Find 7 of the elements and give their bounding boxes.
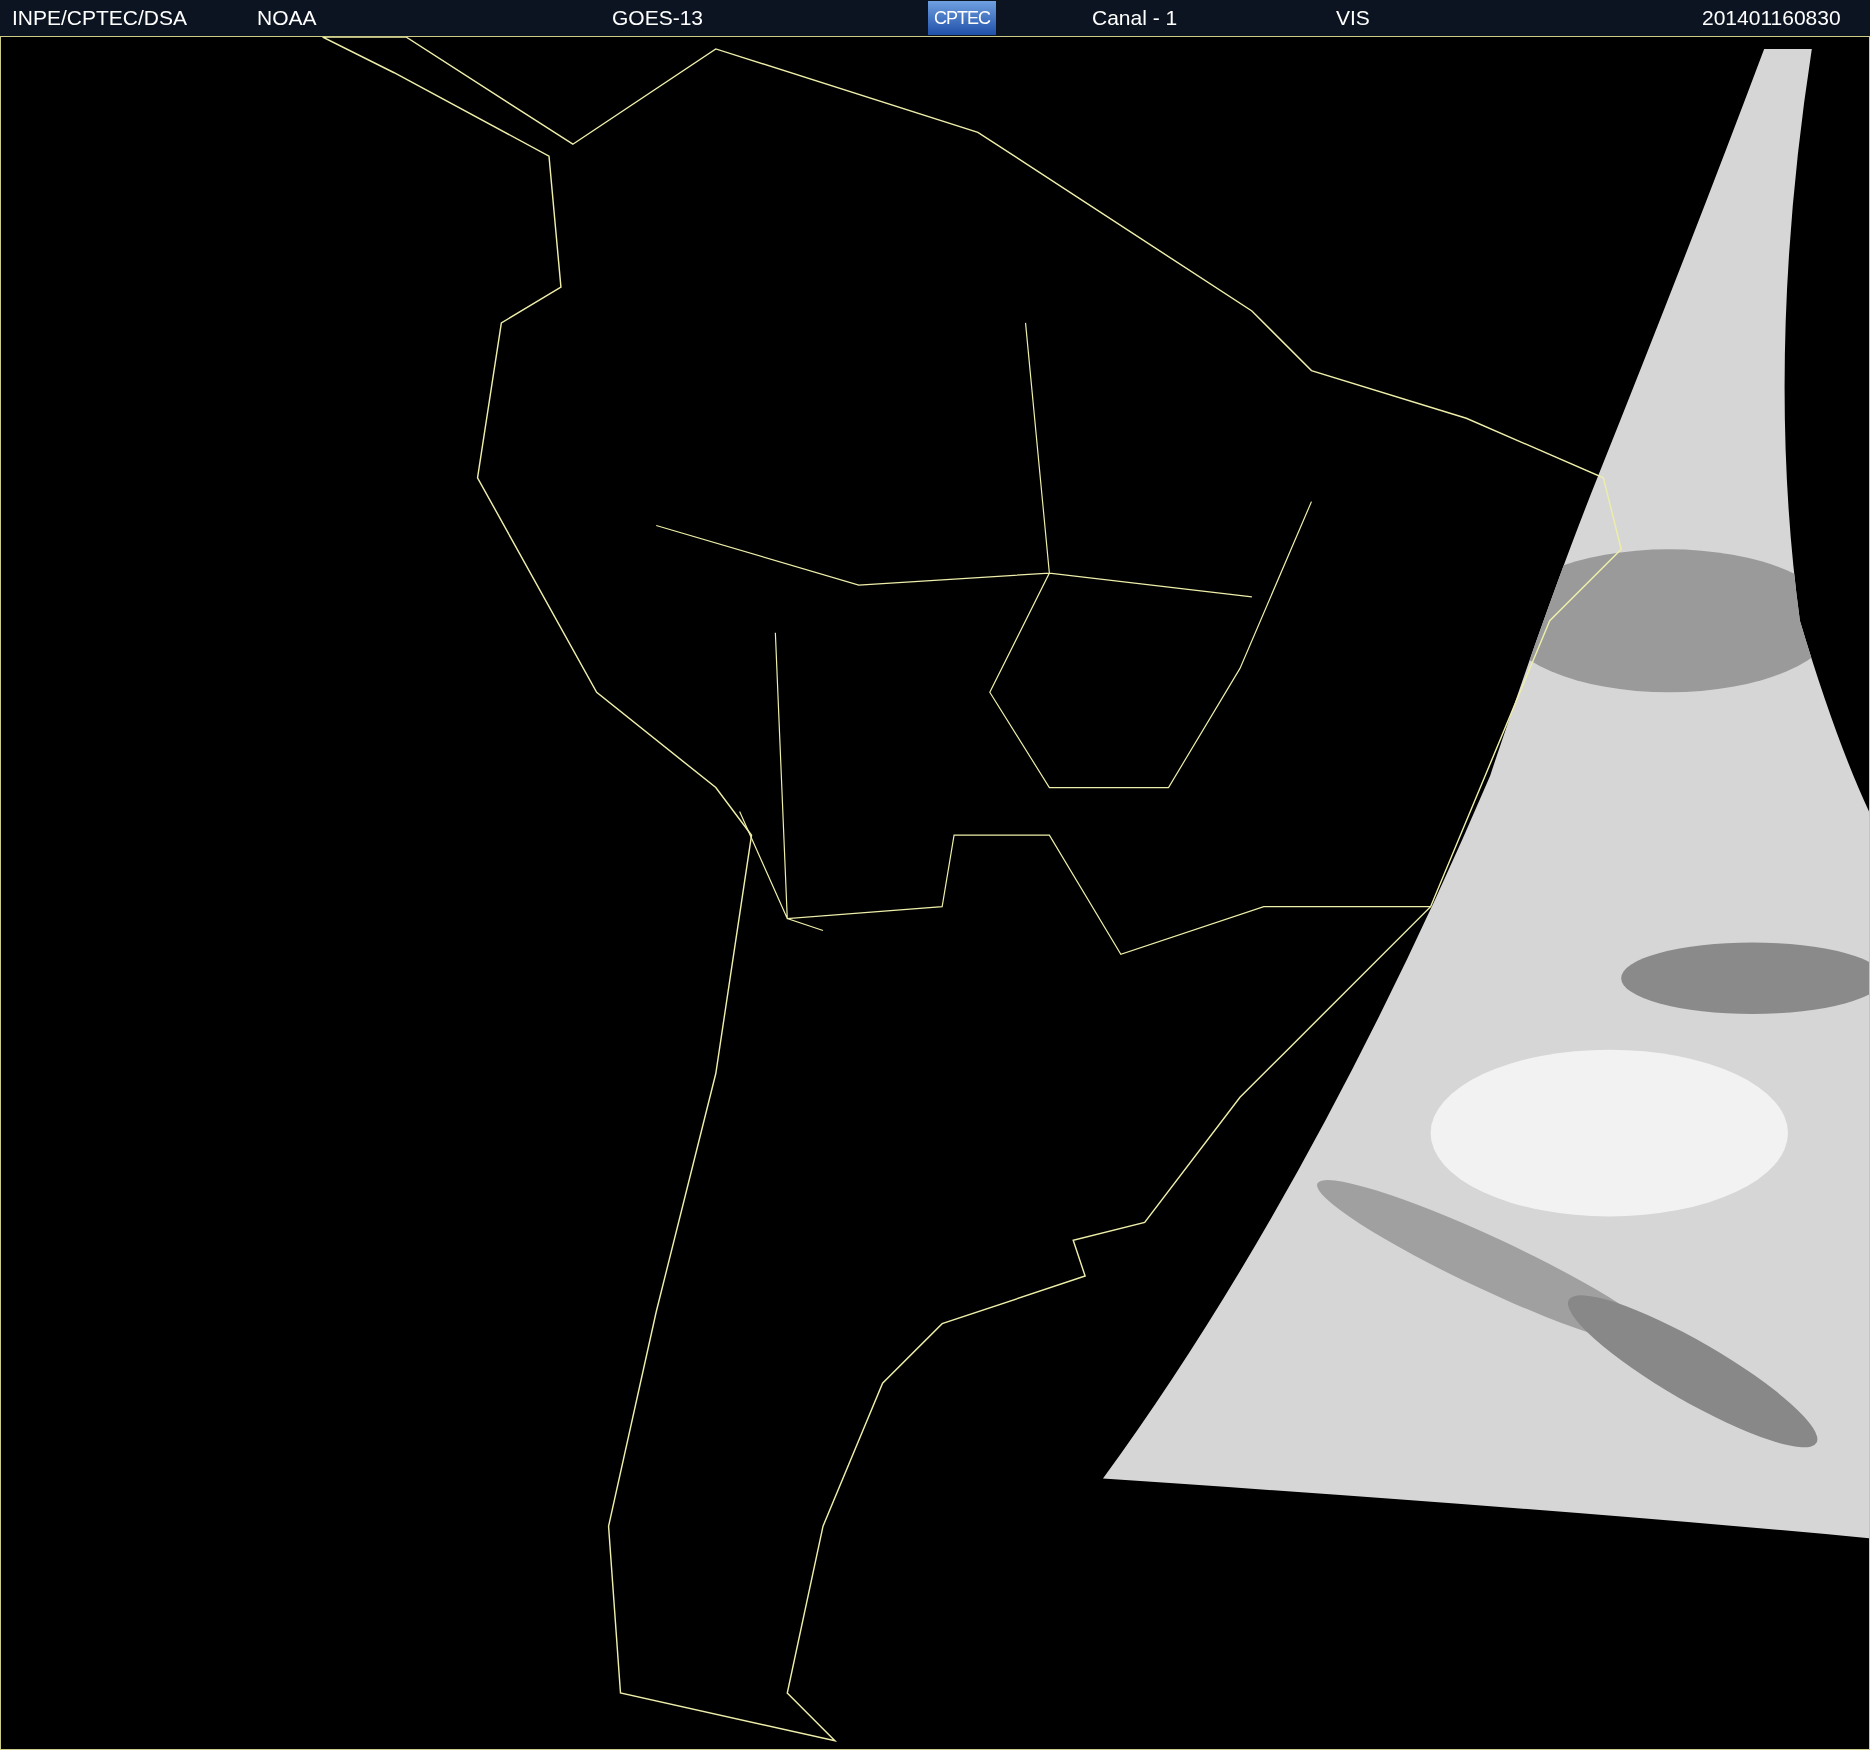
header-label: INPE/CPTEC/DSA <box>12 6 189 30</box>
header-label: GOES-13 <box>612 6 705 30</box>
header-label: VIS <box>1336 6 1371 30</box>
header-label: NOAA <box>257 6 318 30</box>
logo: CPTEC <box>928 1 996 35</box>
header-label: 201401160830 <box>1702 6 1842 30</box>
header-label: Canal - 1 <box>1092 6 1179 30</box>
